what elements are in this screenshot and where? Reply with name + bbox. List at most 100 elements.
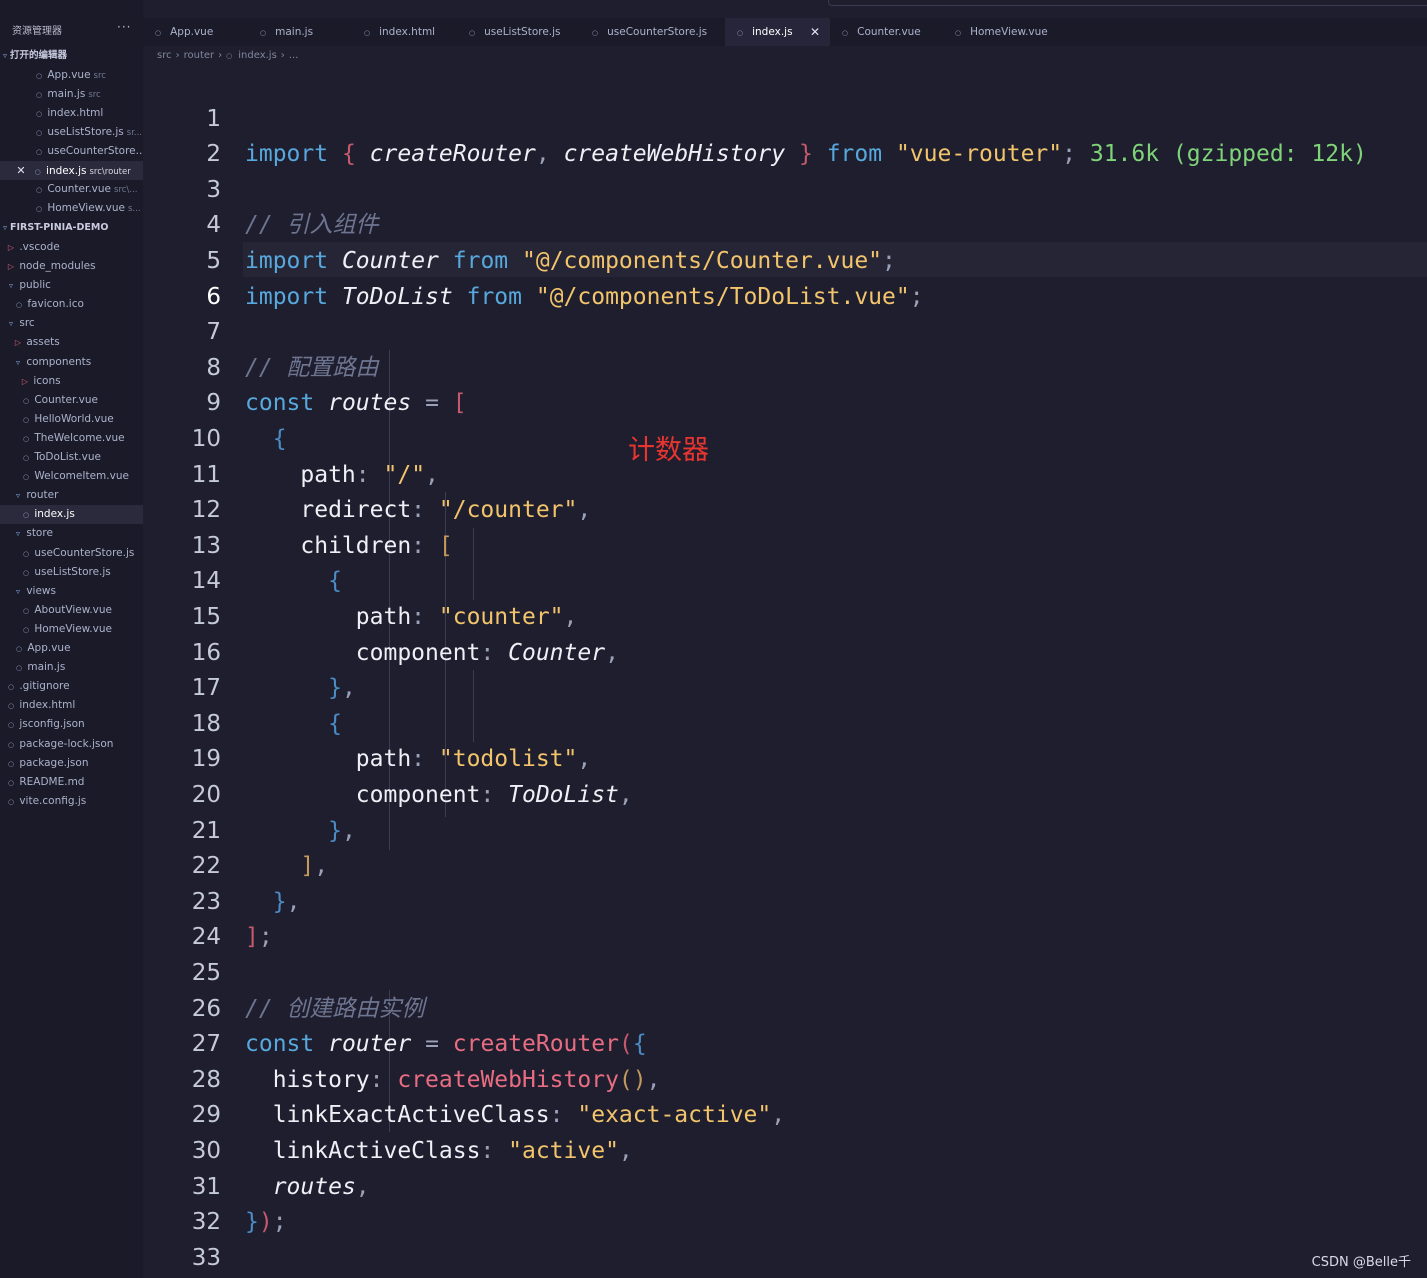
tree-file[interactable]: ○ main.js bbox=[0, 658, 143, 677]
file-icon: ○ bbox=[22, 397, 30, 405]
tree-file[interactable]: ○ WelcomeItem.vue bbox=[0, 467, 143, 486]
file-icon: ○ bbox=[737, 29, 744, 37]
file-icon: ○ bbox=[35, 110, 43, 118]
file-icon: ○ bbox=[35, 186, 43, 194]
chevron-down-icon: ▿ bbox=[15, 358, 20, 367]
code-line: 29 linkActiveClass: "active", bbox=[143, 1063, 1427, 1164]
tab-index-js[interactable]: ○ index.js ✕ bbox=[725, 18, 830, 46]
tab-label: HomeView.vue bbox=[970, 26, 1048, 38]
tab-app-vue[interactable]: ○ App.vue bbox=[155, 18, 213, 46]
breadcrumb-item[interactable]: index.js bbox=[238, 50, 277, 61]
tree-file[interactable]: ○ README.md bbox=[0, 773, 143, 792]
tree-file[interactable]: ○ HelloWorld.vue bbox=[0, 410, 143, 429]
code-line: 1 import { createRouter, createWebHistor… bbox=[143, 66, 1427, 168]
tree-file[interactable]: ○ TheWelcome.vue bbox=[0, 429, 143, 448]
tree-folder[interactable]: ▷ node_modules bbox=[0, 257, 143, 276]
tree-file[interactable]: ○ index.html bbox=[0, 696, 143, 715]
file-icon: ○ bbox=[22, 435, 30, 443]
tree-label: main.js bbox=[27, 661, 66, 673]
project-title: FIRST-PINIA-DEMO bbox=[10, 222, 109, 233]
tree-folder[interactable]: ▿ components bbox=[0, 353, 143, 372]
tab-usecounter-store[interactable]: ○ useCounterStore.js bbox=[592, 18, 707, 46]
open-editor-label: index.js bbox=[46, 165, 87, 177]
tree-file-active[interactable]: ○ index.js bbox=[0, 505, 143, 524]
open-editor-item[interactable]: ○ HomeView.vue s... bbox=[0, 199, 143, 218]
tree-file[interactable]: ○ App.vue bbox=[0, 639, 143, 658]
code-line: 3 // 引入组件 bbox=[143, 137, 1427, 239]
open-editor-item-active[interactable]: ✕ ○ index.js src\router bbox=[0, 161, 143, 180]
code-line: 17 { bbox=[143, 636, 1427, 737]
tab-counter-vue[interactable]: ○ Counter.vue bbox=[842, 18, 921, 46]
tree-label: jsconfig.json bbox=[19, 718, 85, 730]
file-icon: ○ bbox=[7, 702, 15, 710]
code-line: 20 }, bbox=[143, 742, 1427, 844]
open-editor-item[interactable]: ○ App.vue src bbox=[0, 66, 143, 85]
tree-file[interactable]: ○ package-lock.json bbox=[0, 735, 143, 754]
code-editor[interactable]: 1 import { createRouter, createWebHistor… bbox=[143, 66, 1427, 1278]
tree-label: ToDoList.vue bbox=[34, 451, 101, 463]
tree-folder[interactable]: ▷ icons bbox=[0, 372, 143, 391]
more-actions-icon[interactable]: ··· bbox=[117, 20, 131, 34]
tree-label: icons bbox=[33, 375, 61, 387]
red-annotation-label: 计数器 bbox=[628, 435, 709, 466]
tree-folder[interactable]: ▿ public bbox=[0, 276, 143, 295]
tree-folder[interactable]: ▿ router bbox=[0, 486, 143, 505]
tree-file[interactable]: ○ package.json bbox=[0, 754, 143, 773]
tree-file[interactable]: ○ useListStore.js bbox=[0, 563, 143, 582]
file-icon: ○ bbox=[15, 645, 23, 653]
tree-file[interactable]: ○ favicon.ico bbox=[0, 295, 143, 314]
tab-label: main.js bbox=[275, 26, 314, 38]
tree-label: useListStore.js bbox=[34, 566, 111, 578]
tab-label: App.vue bbox=[170, 26, 214, 38]
tree-file[interactable]: ○ ToDoList.vue bbox=[0, 448, 143, 467]
tree-folder[interactable]: ▿ views bbox=[0, 582, 143, 601]
tree-folder[interactable]: ▿ store bbox=[0, 524, 143, 543]
file-icon: ○ bbox=[15, 664, 23, 672]
project-section[interactable]: ▿ FIRST-PINIA-DEMO bbox=[0, 218, 143, 237]
file-icon: ○ bbox=[7, 798, 15, 806]
code-line: 28 linkExactActiveClass: "exact-active", bbox=[143, 1027, 1427, 1129]
code-line: 25 // 创建路由实例 bbox=[143, 920, 1427, 1022]
breadcrumb-item[interactable]: router bbox=[184, 50, 215, 61]
chevron-down-icon: ▿ bbox=[8, 319, 13, 328]
tab-bar: ○ App.vue ○ main.js ○ index.html ○ useListSt… bbox=[143, 18, 1427, 46]
tab-main-js[interactable]: ○ main.js bbox=[260, 18, 313, 46]
code-line: 7 // 配置路由 bbox=[143, 280, 1427, 381]
close-icon[interactable]: ✕ bbox=[810, 18, 820, 46]
file-icon: ○ bbox=[7, 683, 15, 691]
open-editor-item[interactable]: ○ main.js src bbox=[0, 85, 143, 104]
tree-file[interactable]: ○ .gitignore bbox=[0, 677, 143, 696]
open-editor-label: index.html bbox=[47, 107, 104, 119]
file-icon: ○ bbox=[35, 129, 43, 137]
tree-label: node_modules bbox=[19, 260, 96, 272]
open-editors-section[interactable]: ▿ 打开的编辑器 bbox=[0, 46, 143, 65]
tree-label: router bbox=[26, 489, 59, 501]
tree-file[interactable]: ○ jsconfig.json bbox=[0, 715, 143, 734]
tree-file[interactable]: ○ Counter.vue bbox=[0, 391, 143, 410]
open-editor-item[interactable]: ○ useListStore.js sr... bbox=[0, 123, 143, 142]
code-line: 13 { bbox=[143, 493, 1427, 595]
chevron-right-icon: › bbox=[218, 50, 223, 61]
tree-file[interactable]: ○ AboutView.vue bbox=[0, 601, 143, 620]
window-frame-line bbox=[828, 0, 1427, 6]
open-editor-item[interactable]: ○ Counter.vue src\... bbox=[0, 180, 143, 199]
breadcrumb-item[interactable]: ... bbox=[289, 50, 299, 61]
close-icon[interactable]: ✕ bbox=[16, 161, 26, 180]
tree-label: AboutView.vue bbox=[34, 604, 113, 616]
tree-folder[interactable]: ▷ assets bbox=[0, 333, 143, 352]
tab-uselist-store[interactable]: ○ useListStore.js bbox=[469, 18, 561, 46]
open-editor-label: HomeView.vue bbox=[47, 202, 125, 214]
tree-label: .vscode bbox=[19, 241, 60, 253]
open-editor-item[interactable]: ○ index.html bbox=[0, 104, 143, 123]
breadcrumb-item[interactable]: src bbox=[157, 50, 172, 61]
tab-index-html[interactable]: ○ index.html bbox=[364, 18, 435, 46]
tree-folder[interactable]: ▷ .vscode bbox=[0, 238, 143, 257]
file-icon: ○ bbox=[155, 29, 162, 37]
open-editor-item[interactable]: ○ useCounterStore... bbox=[0, 142, 143, 161]
tree-file[interactable]: ○ useCounterStore.js bbox=[0, 544, 143, 563]
tree-folder[interactable]: ▿ src bbox=[0, 314, 143, 333]
tree-file[interactable]: ○ vite.config.js bbox=[0, 792, 143, 811]
tree-file[interactable]: ○ HomeView.vue bbox=[0, 620, 143, 639]
tree-label: useCounterStore.js bbox=[34, 547, 135, 559]
tab-homeview-vue[interactable]: ○ HomeView.vue bbox=[955, 18, 1048, 46]
